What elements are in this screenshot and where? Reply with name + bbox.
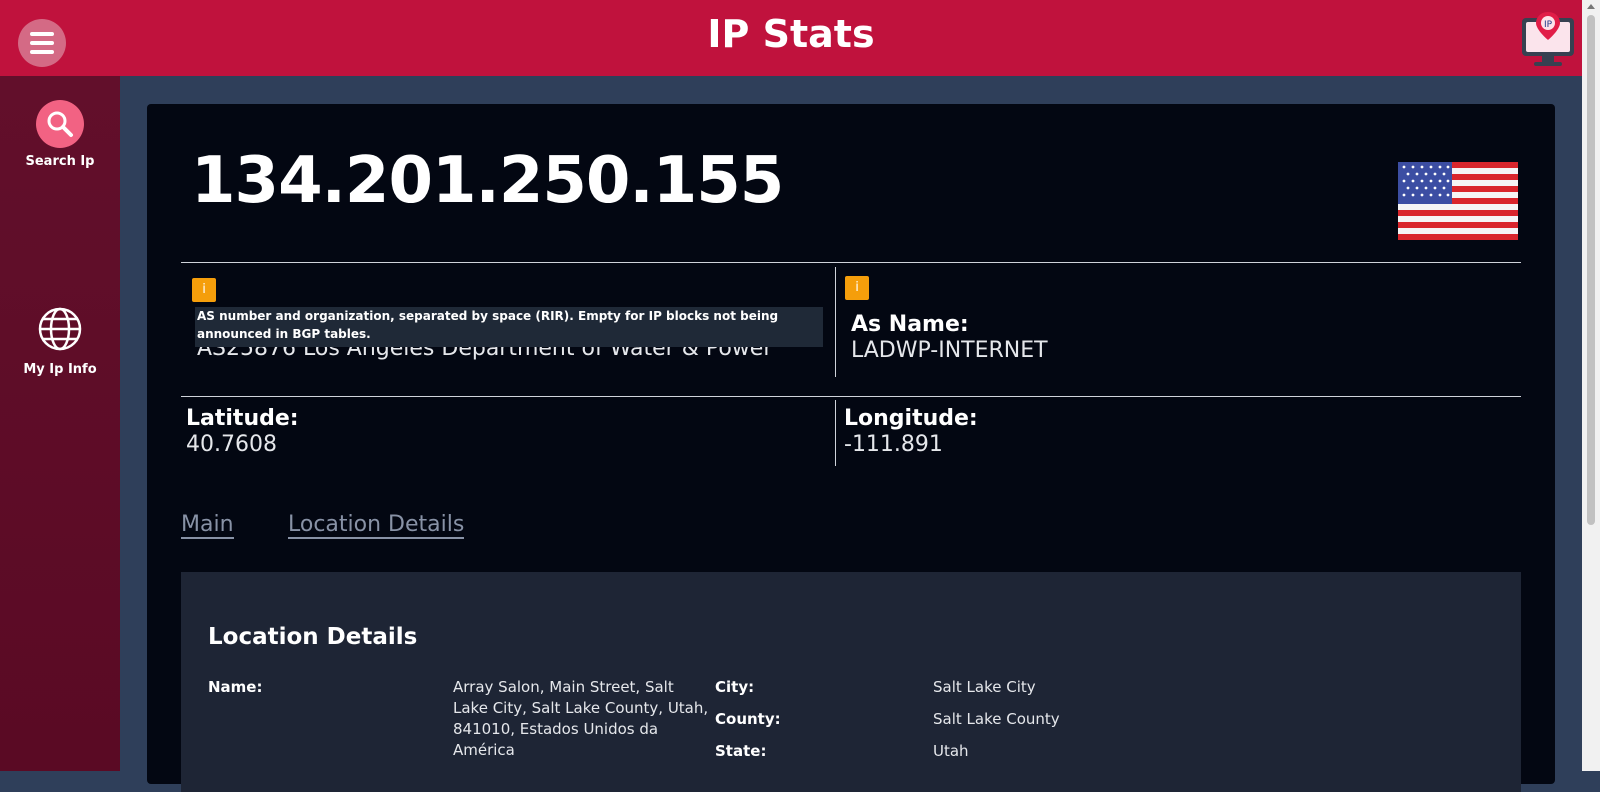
ip-info-card: 134.201.250.155 i AS25876 Los Angeles De… [147,104,1555,792]
tab-location-details[interactable]: Location Details [288,512,465,539]
sidebar-item-label: My Ip Info [23,362,97,377]
scroll-thumb[interactable] [1587,15,1595,525]
name-value-line: Lake City, Salt Lake County, Utah, [453,699,709,717]
city-value: Salt Lake City [933,678,1036,696]
city-label: City: [715,678,755,696]
app-header: IP Stats IP [0,0,1582,76]
as-tooltip: AS number and organization, separated by… [195,307,823,347]
globe-icon [38,307,82,351]
sidebar-item-my-ip-info[interactable]: My Ip Info [0,306,120,377]
sidebar-item-label: Search Ip [25,154,95,169]
county-value: Salt Lake County [933,710,1060,728]
name-value-line: América [453,741,515,759]
name-label: Name: [208,678,263,696]
divider [181,262,1521,263]
logo-text: IP [1544,20,1553,30]
sidebar: Search Ip My Ip Info [0,76,120,771]
ip-address-title: 134.201.250.155 [191,144,784,218]
app-title: IP Stats [707,12,875,56]
as-info-icon[interactable]: i [192,278,216,302]
state-value: Utah [933,742,969,760]
app-logo-icon[interactable]: IP [1518,10,1578,70]
latitude-value: 40.7608 [186,432,277,457]
tab-main[interactable]: Main [181,512,234,539]
as-name-value: LADWP-INTERNET [851,338,1048,363]
divider [181,396,1521,397]
scroll-up-arrow-icon[interactable] [1587,4,1595,9]
divider [835,267,836,377]
location-details-title: Location Details [208,624,418,650]
sidebar-item-search-ip[interactable]: Search Ip [0,100,120,169]
location-details-panel: Location Details Name: Array Salon, Main… [181,572,1521,792]
state-label: State: [715,742,767,760]
search-button[interactable] [36,100,84,148]
name-value: Array Salon, Main Street, Salt Lake City… [453,677,708,761]
name-value-line: 841010, Estados Unidos da [453,720,659,738]
latitude-label: Latitude: [186,406,299,431]
us-flag-icon [1398,162,1518,240]
longitude-value: -111.891 [844,432,943,457]
as-name-label: As Name: [851,312,969,337]
search-icon [47,111,73,137]
county-label: County: [715,710,781,728]
page-scrollbar[interactable] [1582,0,1600,771]
longitude-label: Longitude: [844,406,978,431]
as-name-info-icon[interactable]: i [845,276,869,300]
name-value-line: Array Salon, Main Street, Salt [453,678,674,696]
divider [835,400,836,466]
